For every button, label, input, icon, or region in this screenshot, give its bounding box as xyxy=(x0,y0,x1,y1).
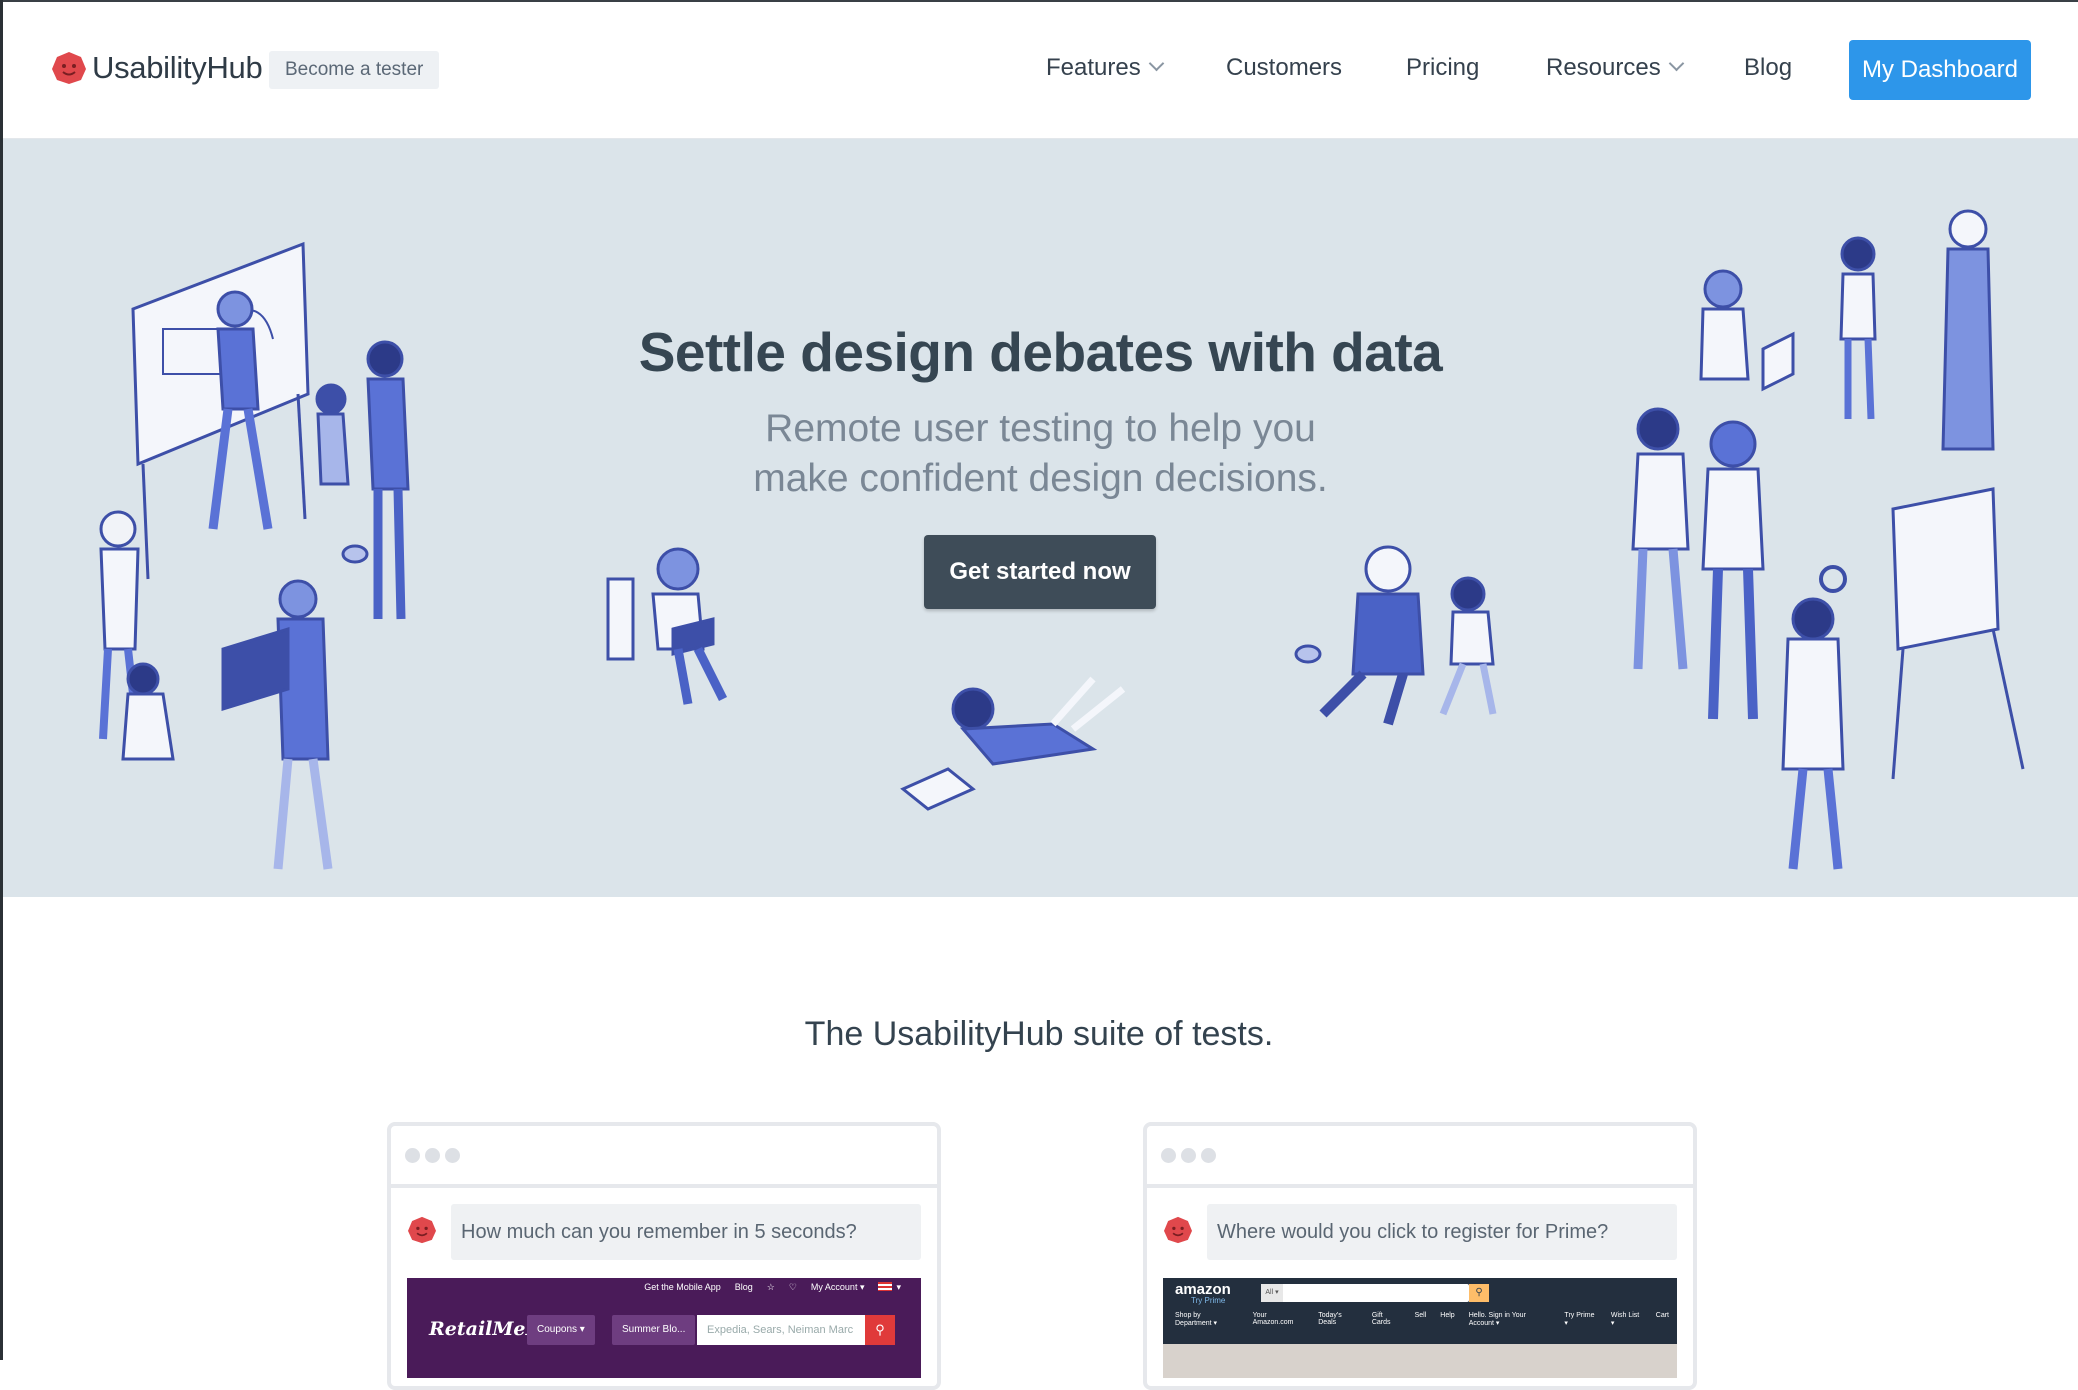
chevron-down-icon: ▾ xyxy=(896,1282,901,1292)
nav-customers[interactable]: Customers xyxy=(1226,54,1342,82)
flag-icon xyxy=(878,1282,893,1291)
question-row: How much can you remember in 5 seconds? xyxy=(407,1204,921,1260)
amazon-logo-sub: Try Prime xyxy=(1191,1296,1226,1305)
get-started-button[interactable]: Get started now xyxy=(924,535,1156,609)
hero-illustration-left xyxy=(99,241,410,870)
screenshot-search-field: Expedia, Sears, Neiman Marc xyxy=(697,1315,865,1345)
question-text: Where would you click to register for Pr… xyxy=(1207,1204,1677,1260)
site-header: UsabilityHub Become a tester Features Cu… xyxy=(3,2,2078,139)
screenshot-hero-photo xyxy=(1163,1344,1677,1378)
search-icon: ⚲ xyxy=(1469,1284,1489,1302)
nav-blog-label: Blog xyxy=(1744,54,1793,81)
star-icon: ☆ xyxy=(766,1282,775,1292)
heart-icon: ♡ xyxy=(788,1282,797,1292)
screenshot-nav-item: Your Amazon.com xyxy=(1252,1312,1294,1326)
chevron-down-icon xyxy=(1668,55,1684,72)
search-icon: ⚲ xyxy=(865,1315,895,1345)
screenshot-nav-item: Gift Cards xyxy=(1371,1312,1391,1326)
window-dot-icon xyxy=(1201,1148,1216,1163)
click-test-card[interactable]: Where would you click to register for Pr… xyxy=(1143,1122,1697,1390)
screenshot-link: My Account ▾ xyxy=(810,1282,865,1292)
screenshot-button: Coupons ▾ xyxy=(527,1315,595,1345)
retailmenot-screenshot: Get the Mobile App Blog ☆ ♡ My Account ▾… xyxy=(407,1278,921,1378)
my-dashboard-button[interactable]: My Dashboard xyxy=(1849,40,2031,100)
five-second-test-card[interactable]: How much can you remember in 5 seconds? … xyxy=(387,1122,941,1390)
become-tester-link[interactable]: Become a tester xyxy=(269,51,440,89)
screenshot-link: Get the Mobile App xyxy=(644,1282,721,1292)
nav-customers-label: Customers xyxy=(1226,54,1343,81)
screenshot-top-links: Get the Mobile App Blog ☆ ♡ My Account ▾… xyxy=(644,1282,901,1293)
hero-subtitle-line-2: make confident design decisions. xyxy=(753,457,1328,500)
screenshot-search-scope: All ▾ xyxy=(1261,1284,1283,1302)
usabilityhub-logo-icon xyxy=(1164,1216,1192,1244)
hero-illustration-grandpa-girl xyxy=(1294,545,1497,726)
hero-title: Settle design debates with data xyxy=(638,321,1443,383)
screenshot-nav-item: Hello. Sign in Your Account ▾ xyxy=(1468,1312,1526,1327)
hero-illustration-right xyxy=(1631,209,2025,870)
screenshot-nav-item: Today's Deals xyxy=(1318,1312,1342,1326)
usabilityhub-logo-icon[interactable] xyxy=(51,51,87,85)
brand-name[interactable]: UsabilityHub xyxy=(92,50,263,86)
usabilityhub-logo-icon xyxy=(408,1216,436,1244)
chevron-down-icon xyxy=(1148,55,1164,72)
nav-pricing-label: Pricing xyxy=(1406,54,1480,81)
question-text: How much can you remember in 5 seconds? xyxy=(451,1204,921,1260)
screenshot-link: Blog xyxy=(734,1282,753,1292)
hero-subtitle-line-1: Remote user testing to help you xyxy=(765,407,1316,450)
amazon-screenshot: amazon Try Prime All ▾ ⚲ Shop by Departm… xyxy=(1163,1278,1677,1378)
hero-illustration-chair-girl xyxy=(606,547,728,705)
nav-resources-label: Resources xyxy=(1546,54,1661,81)
window-dot-icon xyxy=(1161,1148,1176,1163)
browser-chrome-bar xyxy=(1147,1126,1693,1188)
hero-illustration-lying-girl xyxy=(900,676,1126,811)
window-dot-icon xyxy=(405,1148,420,1163)
screenshot-nav-item: Cart xyxy=(1655,1312,1669,1319)
screenshot-nav-item: Shop by Department ▾ xyxy=(1175,1312,1218,1327)
screenshot-nav-item: Wish List ▾ xyxy=(1610,1312,1640,1327)
screenshot-nav: Shop by Department ▾ Your Amazon.com Tod… xyxy=(1175,1312,1669,1327)
screenshot-nav-item: Help xyxy=(1440,1312,1455,1319)
nav-resources[interactable]: Resources xyxy=(1546,54,1684,82)
suite-title: The UsabilityHub suite of tests. xyxy=(804,1015,1274,1053)
screenshot-nav-item: Try Prime ▾ xyxy=(1564,1312,1595,1327)
nav-features[interactable]: Features xyxy=(1046,54,1164,82)
nav-features-label: Features xyxy=(1046,54,1141,81)
browser-chrome-bar xyxy=(391,1126,937,1188)
nav-blog[interactable]: Blog xyxy=(1744,54,1792,82)
hero-section: Settle design debates with data Remote u… xyxy=(3,139,2078,897)
window-dot-icon xyxy=(445,1148,460,1163)
question-row: Where would you click to register for Pr… xyxy=(1163,1204,1677,1260)
hero-subtitle: Remote user testing to help you make con… xyxy=(3,404,2078,504)
screenshot-nav-item: Sell xyxy=(1414,1312,1427,1319)
nav-pricing[interactable]: Pricing xyxy=(1406,54,1479,82)
window-dot-icon xyxy=(425,1148,440,1163)
screenshot-button: Summer Blo... xyxy=(612,1315,696,1345)
screenshot-search-field xyxy=(1261,1284,1469,1302)
window-dot-icon xyxy=(1181,1148,1196,1163)
